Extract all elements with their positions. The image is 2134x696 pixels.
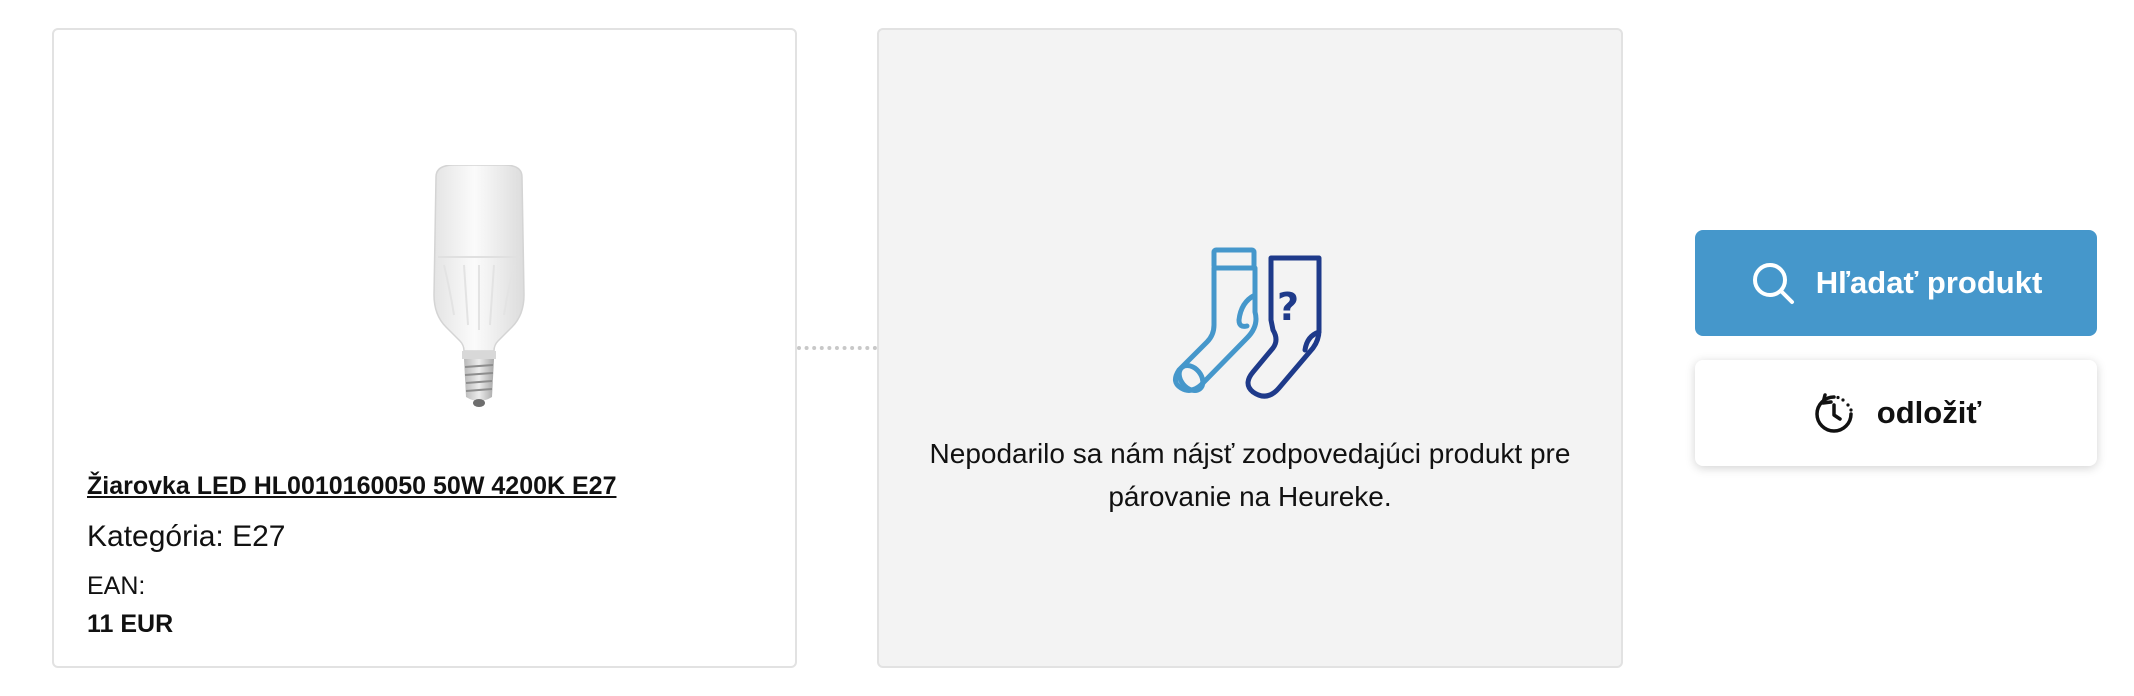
category-label: Kategória:: [87, 519, 224, 553]
product-ean: EAN:: [87, 571, 146, 600]
pairing-connector: [797, 346, 877, 350]
category-value: E27: [232, 519, 286, 553]
product-name-link[interactable]: Žiarovka LED HL0010160050 50W 4200K E27: [87, 470, 616, 503]
match-card: ? Nepodarilo sa nám nájsť zodpovedajúci …: [877, 28, 1623, 668]
product-category: Kategória: E27: [87, 519, 775, 555]
product-info: Žiarovka LED HL0010160050 50W 4200K E27 …: [87, 470, 775, 639]
postpone-button[interactable]: odložiť: [1695, 360, 2097, 466]
search-product-button[interactable]: Hľadať produkt: [1695, 230, 2097, 336]
search-product-label: Hľadať produkt: [1815, 265, 2043, 300]
product-card: Žiarovka LED HL0010160050 50W 4200K E27 …: [52, 28, 797, 668]
product-price: 11 EUR: [87, 609, 174, 638]
svg-text:?: ?: [1277, 285, 1299, 329]
socks-question-icon: ?: [1169, 240, 1339, 410]
product-image: [394, 164, 564, 415]
postpone-label: odložiť: [1876, 395, 1982, 430]
no-match-message: Nepodarilo sa nám nájsť zodpovedajúci pr…: [929, 438, 1571, 513]
search-icon: [1750, 260, 1796, 306]
timer-icon: [1811, 390, 1857, 436]
